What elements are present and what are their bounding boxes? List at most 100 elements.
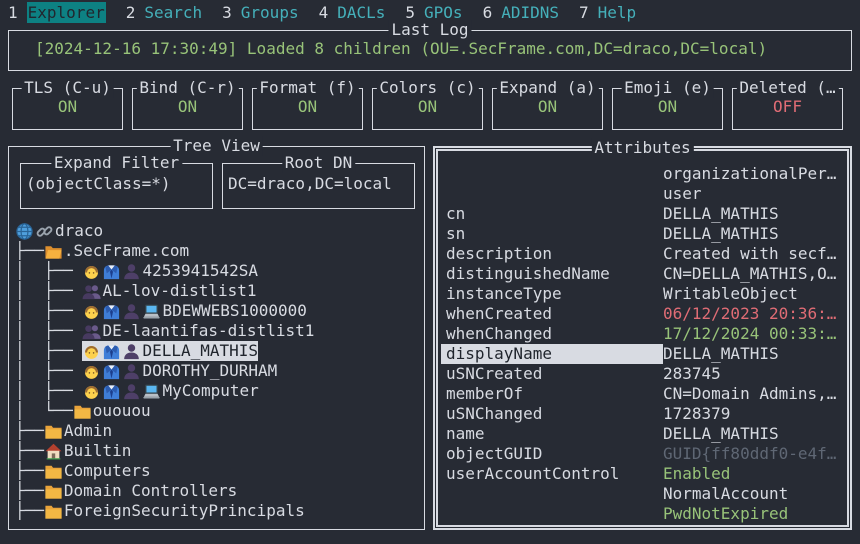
tree-node-label: ForeignSecurityPrincipals (64, 501, 305, 521)
tree-node-mycomputer[interactable]: │ ├── MyComputer (15, 381, 420, 401)
menu-item-groups[interactable]: 3Groups (222, 3, 298, 22)
attribute-value: DELLA_MATHIS (663, 424, 844, 444)
tree-node-bdewwebs1000000[interactable]: │ ├── BDEWWEBS1000000 (15, 301, 420, 321)
attribute-row[interactable]: organizationalPer… (441, 164, 844, 184)
tree-node-della-mathis[interactable]: │ ├── DELLA_MATHIS (15, 341, 420, 361)
attribute-value: GUID{ff80ddf0-e4f… (663, 444, 844, 464)
attribute-value: Created with secf… (663, 244, 844, 264)
tree-node-label: MyComputer (162, 381, 258, 401)
attribute-row-displayname[interactable]: displayNameDELLA_MATHIS (441, 344, 844, 364)
tree-node-foreignsecurityprincipals[interactable]: ├──ForeignSecurityPrincipals (15, 501, 420, 521)
attribute-value: 283745 (663, 364, 844, 384)
attribute-value: DELLA_MATHIS (663, 224, 844, 244)
tree-guide: │ ├── (15, 381, 82, 401)
tree-node-computers[interactable]: ├──Computers (15, 461, 420, 481)
tree-node-label: Domain Controllers (64, 481, 237, 501)
globe-icon (15, 222, 35, 241)
tree-node-admin[interactable]: ├──Admin (15, 421, 420, 441)
attribute-row-useraccountcontrol[interactable]: userAccountControlEnabled (441, 464, 844, 484)
tree-node-label: DELLA_MATHIS (142, 341, 258, 361)
toggle-label: Deleted (… (736, 78, 838, 98)
tree-node-content[interactable]: ForeignSecurityPrincipals (44, 501, 305, 521)
toggle-emoji-e[interactable]: Emoji (e)ON (612, 88, 723, 130)
root-dn-input[interactable]: DC=draco,DC=local (228, 174, 414, 194)
tree-node-content[interactable]: DELLA_MATHIS (82, 341, 258, 361)
attribute-row[interactable]: PwdNotExpired (441, 504, 844, 524)
attribute-row-whencreated[interactable]: whenCreated06/12/2023 20:36:… (441, 304, 844, 324)
toggle-label: Colors (c) (376, 78, 478, 98)
tree-node--secframe-com[interactable]: ├──.SecFrame.com (15, 241, 420, 261)
menu-item-number: 4 (319, 3, 329, 22)
toggle-tls-c-u[interactable]: TLS (C-u)ON (12, 88, 123, 130)
attribute-value: user (663, 184, 844, 204)
folder-icon (44, 462, 64, 481)
tree-node-content[interactable]: DOROTHY_DURHAM (82, 361, 277, 381)
last-log-box: Last Log [2024-12-16 17:30:49] Loaded 8 … (8, 30, 852, 71)
tree-node-content[interactable]: DE-laantifas-distlist1 (82, 321, 314, 341)
attribute-row-usnchanged[interactable]: uSNChanged1728379 (441, 404, 844, 424)
expand-filter-input[interactable]: (objectClass=*) (26, 174, 212, 194)
busts-icon (82, 282, 102, 301)
tree-node-content[interactable]: ououou (73, 401, 151, 421)
attribute-name: userAccountControl (441, 464, 663, 484)
tree-node-content[interactable]: Admin (44, 421, 112, 441)
menu-item-number: 1 (8, 3, 18, 22)
tree-node-content[interactable]: Domain Controllers (44, 481, 237, 501)
tree-node-content[interactable]: .SecFrame.com (44, 241, 189, 261)
tree-node-content[interactable]: 4253941542SA (82, 261, 258, 281)
attribute-row-distinguishedname[interactable]: distinguishedNameCN=DELLA_MATHIS,O… (441, 264, 844, 284)
expand-filter-box[interactable]: Expand Filter (objectClass=*) (20, 163, 213, 209)
menu-item-explorer[interactable]: 1Explorer (8, 3, 106, 22)
menu-item-search[interactable]: 2Search (126, 3, 202, 22)
attribute-value: DELLA_MATHIS (663, 204, 844, 224)
toggle-expand-a[interactable]: Expand (a)ON (492, 88, 603, 130)
attribute-row-description[interactable]: descriptionCreated with secf… (441, 244, 844, 264)
attribute-row-objectguid[interactable]: objectGUIDGUID{ff80ddf0-e4f… (441, 444, 844, 464)
tree-node-label: Admin (64, 421, 112, 441)
last-log-title: Last Log (388, 20, 471, 40)
attribute-row-memberof[interactable]: memberOfCN=Domain Admins,… (441, 384, 844, 404)
tree-node-content[interactable]: BDEWWEBS1000000 (82, 301, 307, 321)
menu-item-number: 7 (579, 3, 589, 22)
attribute-row[interactable]: NormalAccount (441, 484, 844, 504)
tree-node-ououou[interactable]: │ └──ououou (15, 401, 420, 421)
tree-node-content[interactable]: AL-lov-distlist1 (82, 281, 256, 301)
toggle-format-f[interactable]: Format (f)ON (252, 88, 363, 130)
tree-node-builtin[interactable]: ├──Builtin (15, 441, 420, 461)
expand-filter-title: Expand Filter (51, 153, 182, 173)
toggle-label: Emoji (e) (621, 78, 714, 98)
attribute-name: distinguishedName (441, 264, 663, 284)
menu-item-dacls[interactable]: 4 DACLs (319, 3, 386, 22)
menu-item-help[interactable]: 7Help (579, 3, 636, 22)
attribute-row-whenchanged[interactable]: whenChanged17/12/2024 00:33:… (441, 324, 844, 344)
tree-node-content[interactable]: Builtin (44, 441, 131, 461)
tree-node-de-laantifas-distlist1[interactable]: │ ├── DE-laantifas-distlist1 (15, 321, 420, 341)
attribute-name: memberOf (441, 384, 663, 404)
attribute-row-name[interactable]: nameDELLA_MATHIS (441, 424, 844, 444)
attribute-row[interactable]: user (441, 184, 844, 204)
bust-icon (122, 302, 142, 321)
tree-node-dorothy-durham[interactable]: │ ├── DOROTHY_DURHAM (15, 361, 420, 381)
attribute-row-cn[interactable]: cnDELLA_MATHIS (441, 204, 844, 224)
menu-item-adidns[interactable]: 6ADIDNS (483, 3, 559, 22)
attribute-row-sn[interactable]: snDELLA_MATHIS (441, 224, 844, 244)
bust-icon (122, 382, 142, 401)
tree-node-draco[interactable]: draco (15, 221, 420, 241)
attribute-row-instancetype[interactable]: instanceTypeWritableObject (441, 284, 844, 304)
tree-node-content[interactable]: MyComputer (82, 381, 258, 401)
toggle-colors-c[interactable]: Colors (c)ON (372, 88, 483, 130)
menu-item-number: 6 (483, 3, 493, 22)
attribute-name: sn (441, 224, 663, 244)
root-dn-box[interactable]: Root DN DC=draco,DC=local (222, 163, 415, 209)
toggle-label: TLS (C-u) (21, 78, 114, 98)
toggle-bind-c-r[interactable]: Bind (C-r)ON (132, 88, 243, 130)
attribute-row-usncreated[interactable]: uSNCreated283745 (441, 364, 844, 384)
laptop-icon (142, 302, 162, 321)
tree-node-domain-controllers[interactable]: ├──Domain Controllers (15, 481, 420, 501)
tree-node-4253941542sa[interactable]: │ ├── 4253941542SA (15, 261, 420, 281)
tree-node-content[interactable]: Computers (44, 461, 151, 481)
menu-item-label: DACLs (337, 3, 385, 22)
toggle-deleted[interactable]: Deleted (…OFF (732, 88, 843, 130)
tree-node-al-lov-distlist1[interactable]: │ ├── AL-lov-distlist1 (15, 281, 420, 301)
tree-node-content[interactable]: draco (15, 221, 103, 241)
